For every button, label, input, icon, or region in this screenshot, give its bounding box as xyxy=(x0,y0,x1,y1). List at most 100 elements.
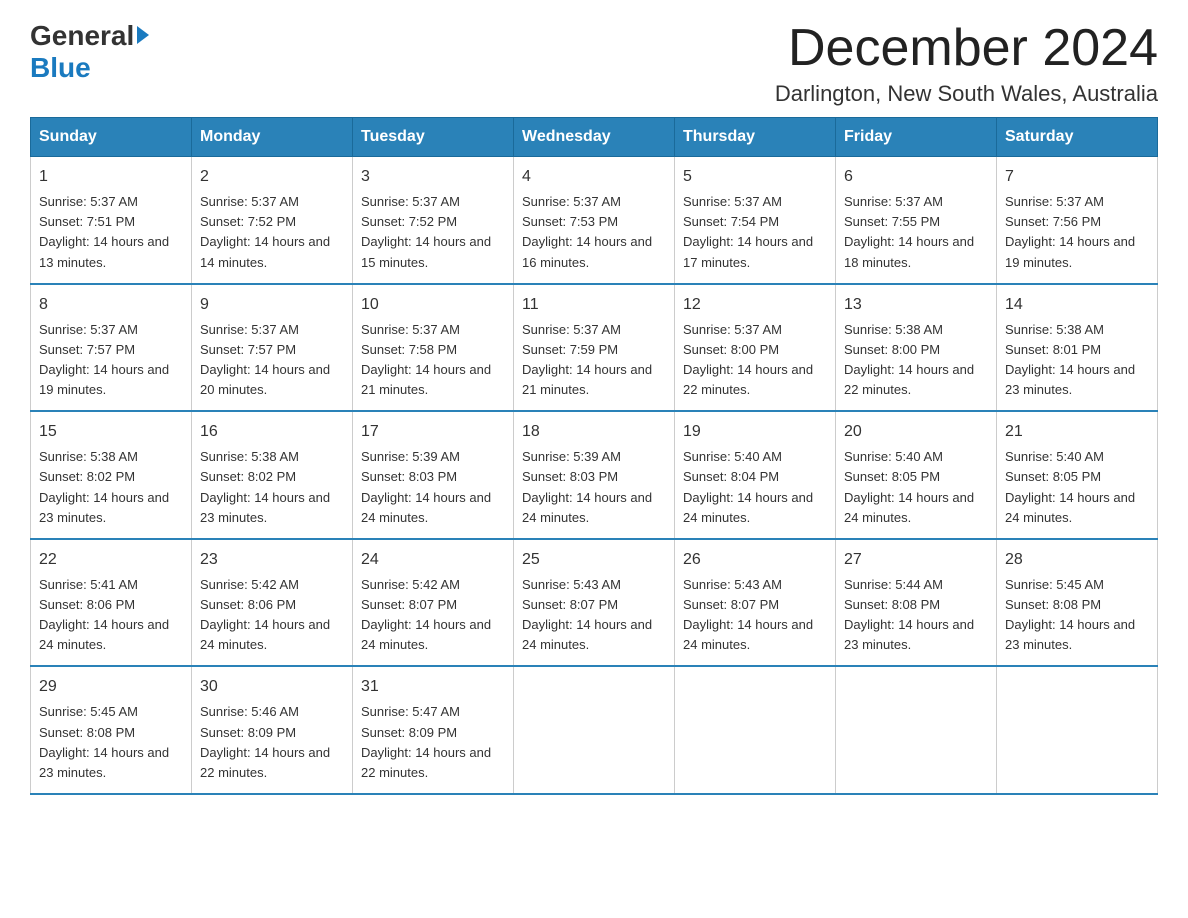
day-cell-14: 14 Sunrise: 5:38 AMSunset: 8:01 PMDayligh… xyxy=(997,284,1158,412)
day-number: 24 xyxy=(361,548,505,572)
logo-blue: Blue xyxy=(30,52,91,84)
day-info: Sunrise: 5:38 AMSunset: 8:02 PMDaylight:… xyxy=(39,449,169,524)
day-cell-17: 17 Sunrise: 5:39 AMSunset: 8:03 PMDayligh… xyxy=(353,411,514,539)
day-info: Sunrise: 5:37 AMSunset: 7:58 PMDaylight:… xyxy=(361,322,491,397)
day-number: 6 xyxy=(844,165,988,189)
day-number: 16 xyxy=(200,420,344,444)
day-cell-2: 2 Sunrise: 5:37 AMSunset: 7:52 PMDaylight… xyxy=(192,157,353,284)
day-number: 2 xyxy=(200,165,344,189)
header-wednesday: Wednesday xyxy=(514,118,675,157)
day-number: 26 xyxy=(683,548,827,572)
day-cell-26: 26 Sunrise: 5:43 AMSunset: 8:07 PMDayligh… xyxy=(675,539,836,667)
day-cell-25: 25Sunrise: 5:43 AMSunset: 8:07 PMDayligh… xyxy=(514,539,675,667)
day-number: 21 xyxy=(1005,420,1149,444)
day-info: Sunrise: 5:38 AMSunset: 8:00 PMDaylight:… xyxy=(844,322,974,397)
day-cell-19: 19 Sunrise: 5:40 AMSunset: 8:04 PMDayligh… xyxy=(675,411,836,539)
day-cell-8: 8Sunrise: 5:37 AMSunset: 7:57 PMDaylight… xyxy=(31,284,192,412)
header-friday: Friday xyxy=(836,118,997,157)
week-row-5: 29 Sunrise: 5:45 AMSunset: 8:08 PMDayligh… xyxy=(31,666,1158,794)
logo-arrow-icon xyxy=(137,26,149,44)
day-number: 19 xyxy=(683,420,827,444)
day-number: 11 xyxy=(522,293,666,317)
day-number: 7 xyxy=(1005,165,1149,189)
day-number: 20 xyxy=(844,420,988,444)
day-cell-21: 21 Sunrise: 5:40 AMSunset: 8:05 PMDayligh… xyxy=(997,411,1158,539)
calendar-header-row: SundayMondayTuesdayWednesdayThursdayFrid… xyxy=(31,118,1158,157)
empty-cell xyxy=(997,666,1158,794)
day-number: 1 xyxy=(39,165,183,189)
header-thursday: Thursday xyxy=(675,118,836,157)
header-sunday: Sunday xyxy=(31,118,192,157)
week-row-4: 22 Sunrise: 5:41 AMSunset: 8:06 PMDayligh… xyxy=(31,539,1158,667)
day-number: 4 xyxy=(522,165,666,189)
main-title: December 2024 xyxy=(775,20,1158,77)
day-info: Sunrise: 5:37 AMSunset: 7:56 PMDaylight:… xyxy=(1005,194,1135,269)
day-cell-3: 3 Sunrise: 5:37 AMSunset: 7:52 PMDaylight… xyxy=(353,157,514,284)
day-info: Sunrise: 5:45 AMSunset: 8:08 PMDaylight:… xyxy=(39,704,169,779)
day-info: Sunrise: 5:37 AMSunset: 7:52 PMDaylight:… xyxy=(361,194,491,269)
day-number: 13 xyxy=(844,293,988,317)
day-cell-31: 31 Sunrise: 5:47 AMSunset: 8:09 PMDayligh… xyxy=(353,666,514,794)
day-cell-6: 6 Sunrise: 5:37 AMSunset: 7:55 PMDaylight… xyxy=(836,157,997,284)
day-info: Sunrise: 5:41 AMSunset: 8:06 PMDaylight:… xyxy=(39,577,169,652)
day-info: Sunrise: 5:37 AMSunset: 7:55 PMDaylight:… xyxy=(844,194,974,269)
day-cell-13: 13 Sunrise: 5:38 AMSunset: 8:00 PMDayligh… xyxy=(836,284,997,412)
day-cell-1: 1 Sunrise: 5:37 AMSunset: 7:51 PMDaylight… xyxy=(31,157,192,284)
day-info: Sunrise: 5:43 AMSunset: 8:07 PMDaylight:… xyxy=(683,577,813,652)
day-number: 17 xyxy=(361,420,505,444)
day-number: 5 xyxy=(683,165,827,189)
day-cell-11: 11 Sunrise: 5:37 AMSunset: 7:59 PMDayligh… xyxy=(514,284,675,412)
day-number: 10 xyxy=(361,293,505,317)
day-number: 3 xyxy=(361,165,505,189)
day-cell-16: 16 Sunrise: 5:38 AMSunset: 8:02 PMDayligh… xyxy=(192,411,353,539)
day-cell-4: 4Sunrise: 5:37 AMSunset: 7:53 PMDaylight… xyxy=(514,157,675,284)
day-info: Sunrise: 5:40 AMSunset: 8:05 PMDaylight:… xyxy=(844,449,974,524)
week-row-3: 15Sunrise: 5:38 AMSunset: 8:02 PMDayligh… xyxy=(31,411,1158,539)
day-cell-28: 28Sunrise: 5:45 AMSunset: 8:08 PMDayligh… xyxy=(997,539,1158,667)
day-info: Sunrise: 5:37 AMSunset: 7:59 PMDaylight:… xyxy=(522,322,652,397)
day-info: Sunrise: 5:40 AMSunset: 8:04 PMDaylight:… xyxy=(683,449,813,524)
logo: General Blue xyxy=(30,20,149,84)
day-info: Sunrise: 5:40 AMSunset: 8:05 PMDaylight:… xyxy=(1005,449,1135,524)
week-row-2: 8 Sunrise: 5:37 AMSunset: 7:57 PMDaylight… xyxy=(31,284,1158,412)
day-number: 14 xyxy=(1005,293,1149,317)
day-number: 18 xyxy=(522,420,666,444)
calendar-table: SundayMondayTuesdayWednesdayThursdayFrid… xyxy=(30,117,1158,795)
day-number: 22 xyxy=(39,548,183,572)
day-info: Sunrise: 5:44 AMSunset: 8:08 PMDaylight:… xyxy=(844,577,974,652)
day-info: Sunrise: 5:47 AMSunset: 8:09 PMDaylight:… xyxy=(361,704,491,779)
day-number: 29 xyxy=(39,675,183,699)
day-info: Sunrise: 5:38 AMSunset: 8:02 PMDaylight:… xyxy=(200,449,330,524)
header-monday: Monday xyxy=(192,118,353,157)
day-number: 8 xyxy=(39,293,183,317)
day-cell-18: 18Sunrise: 5:39 AMSunset: 8:03 PMDayligh… xyxy=(514,411,675,539)
day-number: 9 xyxy=(200,293,344,317)
day-number: 30 xyxy=(200,675,344,699)
day-cell-9: 9 Sunrise: 5:37 AMSunset: 7:57 PMDaylight… xyxy=(192,284,353,412)
day-info: Sunrise: 5:42 AMSunset: 8:06 PMDaylight:… xyxy=(200,577,330,652)
day-info: Sunrise: 5:38 AMSunset: 8:01 PMDaylight:… xyxy=(1005,322,1135,397)
day-info: Sunrise: 5:37 AMSunset: 7:57 PMDaylight:… xyxy=(200,322,330,397)
day-cell-15: 15Sunrise: 5:38 AMSunset: 8:02 PMDayligh… xyxy=(31,411,192,539)
day-cell-20: 20 Sunrise: 5:40 AMSunset: 8:05 PMDayligh… xyxy=(836,411,997,539)
day-info: Sunrise: 5:37 AMSunset: 7:51 PMDaylight:… xyxy=(39,194,169,269)
week-row-1: 1 Sunrise: 5:37 AMSunset: 7:51 PMDaylight… xyxy=(31,157,1158,284)
day-info: Sunrise: 5:46 AMSunset: 8:09 PMDaylight:… xyxy=(200,704,330,779)
title-block: December 2024 Darlington, New South Wale… xyxy=(775,20,1158,107)
day-info: Sunrise: 5:37 AMSunset: 8:00 PMDaylight:… xyxy=(683,322,813,397)
empty-cell xyxy=(836,666,997,794)
subtitle: Darlington, New South Wales, Australia xyxy=(775,81,1158,107)
day-cell-22: 22 Sunrise: 5:41 AMSunset: 8:06 PMDayligh… xyxy=(31,539,192,667)
page-header: General Blue December 2024 Darlington, N… xyxy=(30,20,1158,107)
empty-cell xyxy=(514,666,675,794)
day-number: 31 xyxy=(361,675,505,699)
logo-general: General xyxy=(30,20,134,52)
day-cell-10: 10 Sunrise: 5:37 AMSunset: 7:58 PMDayligh… xyxy=(353,284,514,412)
day-info: Sunrise: 5:37 AMSunset: 7:52 PMDaylight:… xyxy=(200,194,330,269)
day-number: 25 xyxy=(522,548,666,572)
header-saturday: Saturday xyxy=(997,118,1158,157)
day-cell-23: 23 Sunrise: 5:42 AMSunset: 8:06 PMDayligh… xyxy=(192,539,353,667)
day-info: Sunrise: 5:39 AMSunset: 8:03 PMDaylight:… xyxy=(361,449,491,524)
day-cell-30: 30 Sunrise: 5:46 AMSunset: 8:09 PMDayligh… xyxy=(192,666,353,794)
day-number: 23 xyxy=(200,548,344,572)
